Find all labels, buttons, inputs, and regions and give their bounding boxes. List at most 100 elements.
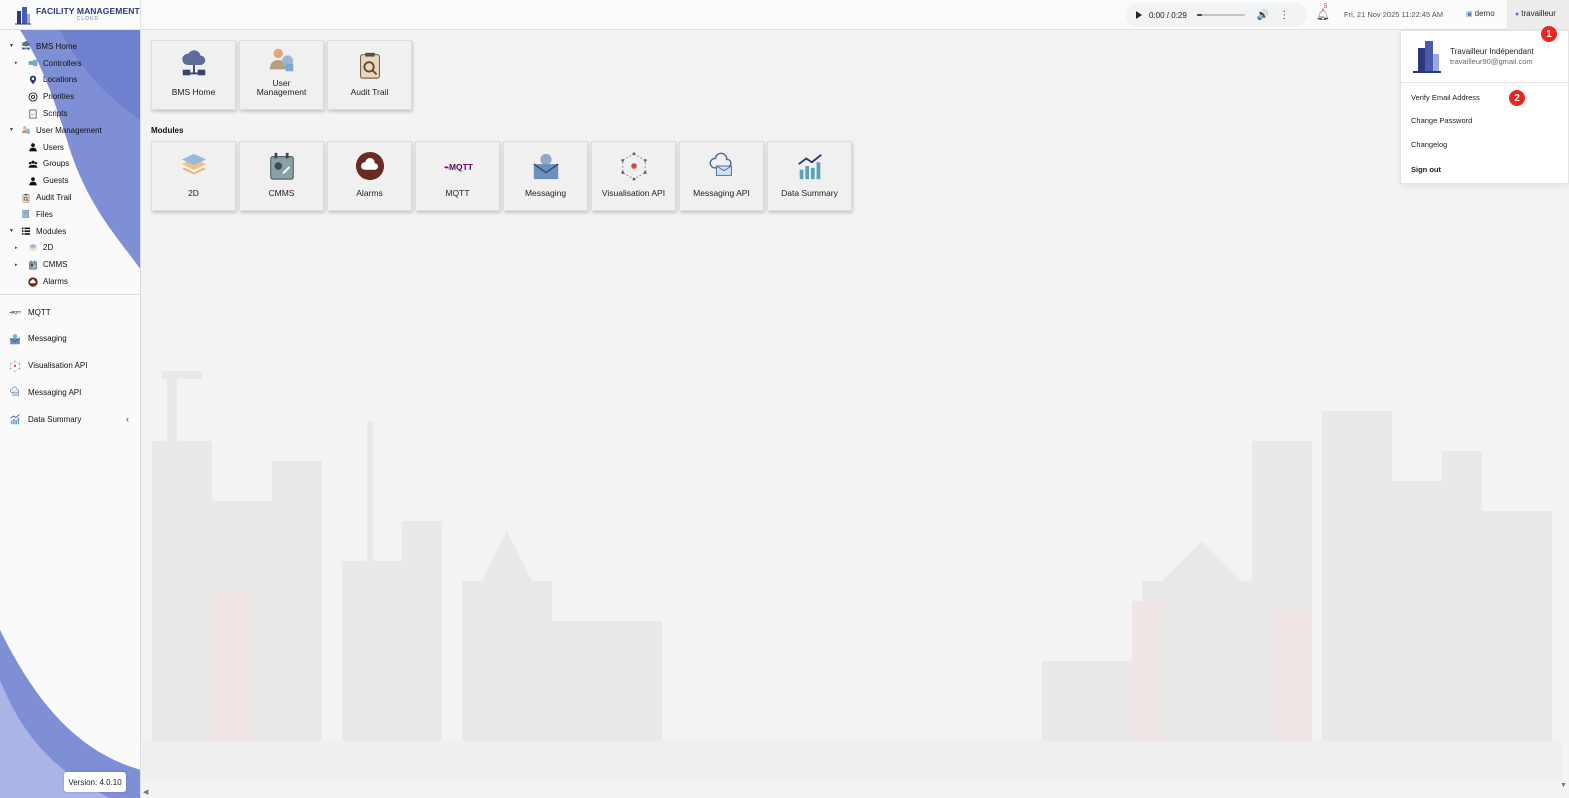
player-progress-fill	[1196, 14, 1202, 16]
audio-player: 0:00 / 0:29 🔊 ⋮	[1126, 3, 1307, 27]
tenant-label: demo	[1474, 9, 1495, 18]
change-password-link[interactable]: Change Password	[1411, 116, 1472, 125]
svg-text:⌁MQTT: ⌁MQTT	[9, 311, 21, 315]
play-icon[interactable]	[1136, 11, 1142, 19]
tile-label: User Management	[256, 78, 307, 97]
sidebar-item-label: Modules	[36, 226, 67, 236]
sidebar-item-label: CMMS	[43, 260, 68, 270]
tile-alarms[interactable]: Alarms	[327, 141, 412, 211]
tile-messaging[interactable]: Messaging	[503, 141, 588, 211]
more-options-icon[interactable]: ⋮	[1279, 10, 1289, 21]
tile-audit-trail[interactable]: Audit Trail	[327, 40, 412, 110]
skyline-background-image	[142, 371, 1562, 781]
sidebar-item-label: Data Summary	[28, 414, 82, 424]
svg-text:</>: </>	[31, 112, 35, 116]
tile-label: Messaging	[524, 188, 567, 198]
sidebar-item-label: Messaging API	[28, 387, 82, 397]
sidebar-item-visualisation-api[interactable]: Visualisation API	[0, 352, 140, 379]
sidebar-divider	[0, 293, 140, 295]
collapse-sidebar-icon[interactable]: ‹	[126, 414, 129, 424]
tile-label: BMS Home	[171, 87, 216, 97]
sidebar-item-label: MQTT	[28, 307, 51, 317]
network-icon	[619, 142, 649, 189]
tile-cmms[interactable]: CMMS	[239, 141, 324, 211]
user-menu-button[interactable]: ● travailleur	[1507, 0, 1569, 30]
sign-out-link[interactable]: Sign out	[1411, 165, 1441, 174]
sidebar-item-label: Controllers	[43, 58, 82, 68]
sidebar-item-label: Guests	[43, 176, 69, 186]
sidebar-item-groups[interactable]: Groups	[0, 156, 140, 173]
script-icon: </>	[28, 109, 38, 119]
caret-down-icon[interactable]: ▸	[15, 262, 18, 268]
sidebar-item-2d[interactable]: ▸ 2D	[0, 240, 140, 257]
sidebar-item-alarms[interactable]: Alarms	[0, 273, 140, 290]
changelog-link[interactable]: Changelog	[1411, 140, 1447, 149]
top-tiles: BMS Home User Management Audit Trail	[151, 40, 412, 110]
tile-label: 2D	[188, 188, 199, 198]
sidebar-item-audit-trail[interactable]: Audit Trail	[0, 189, 140, 206]
sidebar-item-label: Audit Trail	[36, 193, 72, 203]
sidebar: ▼ BMS Home ▸ Controllers Locations Priorities…	[0, 30, 141, 798]
volume-icon[interactable]: 🔊	[1257, 10, 1269, 21]
annotation-badge-1: 1	[1541, 26, 1557, 42]
sidebar-item-label: 2D	[43, 243, 54, 253]
sidebar-item-users[interactable]: Users	[0, 139, 140, 156]
files-icon	[21, 209, 31, 219]
caret-down-icon[interactable]: ▼	[9, 43, 14, 49]
sidebar-item-user-management[interactable]: ▼ User Management	[0, 122, 140, 139]
module-tiles: 2D CMMS Alarms ⌁MQTT MQTT Messaging Visualisat…	[151, 141, 852, 211]
verify-email-link[interactable]: Verify Email Address	[1411, 93, 1480, 102]
tile-label: Messaging API	[693, 188, 750, 198]
sidebar-item-cmms[interactable]: ▸ CMMS	[0, 256, 140, 273]
scroll-left-icon[interactable]: ◀	[143, 788, 148, 796]
tenant-icon: ▣	[1466, 11, 1473, 18]
sidebar-item-files[interactable]: Files	[0, 206, 140, 223]
player-progress-slider[interactable]	[1196, 14, 1245, 16]
users-cloud-icon	[21, 125, 31, 135]
caret-down-icon[interactable]: ▸	[15, 245, 18, 251]
caret-down-icon[interactable]: ▼	[9, 127, 14, 133]
sidebar-item-scripts[interactable]: </> Scripts	[0, 105, 140, 122]
tile-label: CMMS	[268, 188, 295, 198]
lifebuoy-icon	[28, 92, 38, 102]
tile-2d[interactable]: 2D	[151, 141, 236, 211]
list-icon	[21, 226, 31, 236]
map-pin-icon	[28, 75, 38, 85]
layers-icon	[28, 243, 38, 253]
notifications-count: 5	[1324, 4, 1328, 10]
notifications-button[interactable]: 🔔︎ 5	[1316, 4, 1330, 21]
alarm-cloud-icon	[28, 276, 38, 287]
mail-cloud-icon	[9, 386, 21, 398]
sidebar-item-data-summary[interactable]: Data Summary ‹	[0, 406, 140, 433]
cmms-icon	[267, 142, 297, 189]
sidebar-item-modules[interactable]: ▼ Modules	[0, 223, 140, 240]
sidebar-item-label: Alarms	[43, 277, 68, 287]
tile-bms-home[interactable]: BMS Home	[151, 40, 236, 110]
sidebar-item-mqtt[interactable]: ⌁MQTT MQTT	[0, 299, 140, 326]
sidebar-item-guests[interactable]: Guests	[0, 172, 140, 189]
player-time: 0:00 / 0:29	[1149, 10, 1187, 20]
tile-mqtt[interactable]: ⌁MQTT MQTT	[415, 141, 500, 211]
layers-icon	[179, 142, 209, 189]
sidebar-item-priorities[interactable]: Priorities	[0, 88, 140, 105]
mqtt-icon: ⌁MQTT	[443, 142, 472, 189]
tenant-button[interactable]: ▣ demo	[1466, 9, 1495, 18]
caret-down-icon[interactable]: ▼	[9, 228, 14, 234]
app-logo[interactable]: FACILITY MANAGEMENT CLOUD	[0, 0, 141, 30]
tile-user-management[interactable]: User Management	[239, 40, 324, 110]
scroll-down-icon[interactable]: ▼	[1560, 782, 1567, 789]
chart-icon	[9, 413, 21, 425]
envelope-icon	[9, 333, 21, 345]
caret-down-icon[interactable]: ▸	[15, 60, 18, 66]
sidebar-item-bms-home[interactable]: ▼ BMS Home	[0, 38, 140, 55]
tile-messaging-api[interactable]: Messaging API	[679, 141, 764, 211]
sidebar-item-messaging[interactable]: Messaging	[0, 326, 140, 353]
sidebar-item-controllers[interactable]: ▸ Controllers	[0, 55, 140, 72]
tile-visualisation-api[interactable]: Visualisation API	[591, 141, 676, 211]
sidebar-item-messaging-api[interactable]: Messaging API	[0, 379, 140, 406]
sidebar-item-locations[interactable]: Locations	[0, 72, 140, 89]
tile-data-summary[interactable]: Data Summary	[767, 141, 852, 211]
sidebar-item-label: Locations	[43, 75, 78, 85]
user-dropdown-menu: Travailleur Indépendant travailleur90@gm…	[1400, 30, 1569, 184]
logo-subtitle: CLOUD	[76, 16, 100, 22]
